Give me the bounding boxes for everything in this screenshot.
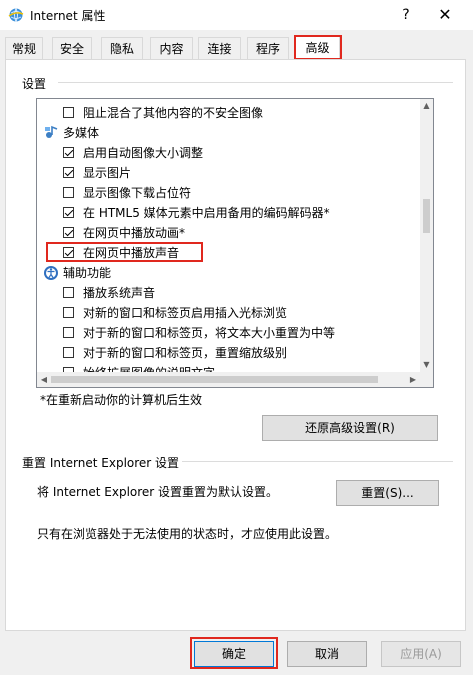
checkbox[interactable]: [63, 307, 74, 318]
checkbox[interactable]: [63, 147, 74, 158]
reset-button[interactable]: 重置(S)...: [336, 480, 439, 506]
checkbox[interactable]: [63, 107, 74, 118]
tab-general[interactable]: 常规: [5, 37, 43, 59]
checkbox[interactable]: [63, 187, 74, 198]
checkbox[interactable]: [63, 227, 74, 238]
restore-advanced-button[interactable]: 还原高级设置(R): [262, 415, 438, 441]
restart-note: *在重新启动你的计算机后生效: [40, 393, 203, 407]
reset-group-label: 重置 Internet Explorer 设置: [22, 456, 180, 470]
apply-button[interactable]: 应用(A): [381, 641, 461, 667]
horizontal-scrollbar[interactable]: ◀ ▶: [37, 372, 420, 387]
close-button[interactable]: ✕: [430, 4, 460, 26]
settings-divider: [58, 82, 453, 83]
multimedia-icon: [45, 125, 58, 138]
reset-hint: 只有在浏览器处于无法使用的状态时，才应使用此设置。: [37, 527, 338, 541]
vertical-scroll-thumb[interactable]: [423, 199, 430, 233]
tab-programs[interactable]: 程序: [247, 37, 289, 59]
reset-divider: [182, 461, 453, 462]
scroll-down-icon[interactable]: ▼: [420, 358, 433, 372]
scroll-up-icon[interactable]: ▲: [420, 99, 433, 113]
cancel-button[interactable]: 取消: [287, 641, 367, 667]
tab-advanced[interactable]: 高级: [295, 35, 340, 59]
title-bar: Internet 属性 ? ✕: [0, 0, 473, 30]
checkbox[interactable]: [63, 247, 74, 258]
tab-connections[interactable]: 连接: [198, 37, 241, 59]
internet-globe-icon: [8, 8, 24, 22]
settings-group-label: 设置: [22, 77, 47, 91]
checkbox[interactable]: [63, 207, 74, 218]
horizontal-scroll-thumb[interactable]: [51, 376, 378, 383]
vertical-scrollbar[interactable]: ▲ ▼: [420, 99, 433, 372]
help-button[interactable]: ?: [394, 4, 418, 26]
ok-button[interactable]: 确定: [194, 641, 274, 667]
scroll-right-icon[interactable]: ▶: [406, 372, 420, 387]
tab-security[interactable]: 安全: [52, 37, 92, 59]
tab-content[interactable]: 内容: [150, 37, 193, 59]
checkbox[interactable]: [63, 167, 74, 178]
tab-privacy[interactable]: 隐私: [101, 37, 143, 59]
checkbox[interactable]: [63, 287, 74, 298]
scroll-left-icon[interactable]: ◀: [37, 372, 51, 387]
settings-tree: 阻止混合了其他内容的不安全图像 多媒体 启用自动图像大小调整 显示图片 显示图像…: [37, 99, 420, 372]
reset-description: 将 Internet Explorer 设置重置为默认设置。: [37, 485, 279, 499]
window-title: Internet 属性: [30, 9, 106, 23]
settings-list[interactable]: 阻止混合了其他内容的不安全图像 多媒体 启用自动图像大小调整 显示图片 显示图像…: [36, 98, 434, 388]
accessibility-icon: [44, 266, 58, 280]
checkbox[interactable]: [63, 327, 74, 338]
checkbox[interactable]: [63, 347, 74, 358]
scrollbar-corner: [420, 372, 433, 387]
